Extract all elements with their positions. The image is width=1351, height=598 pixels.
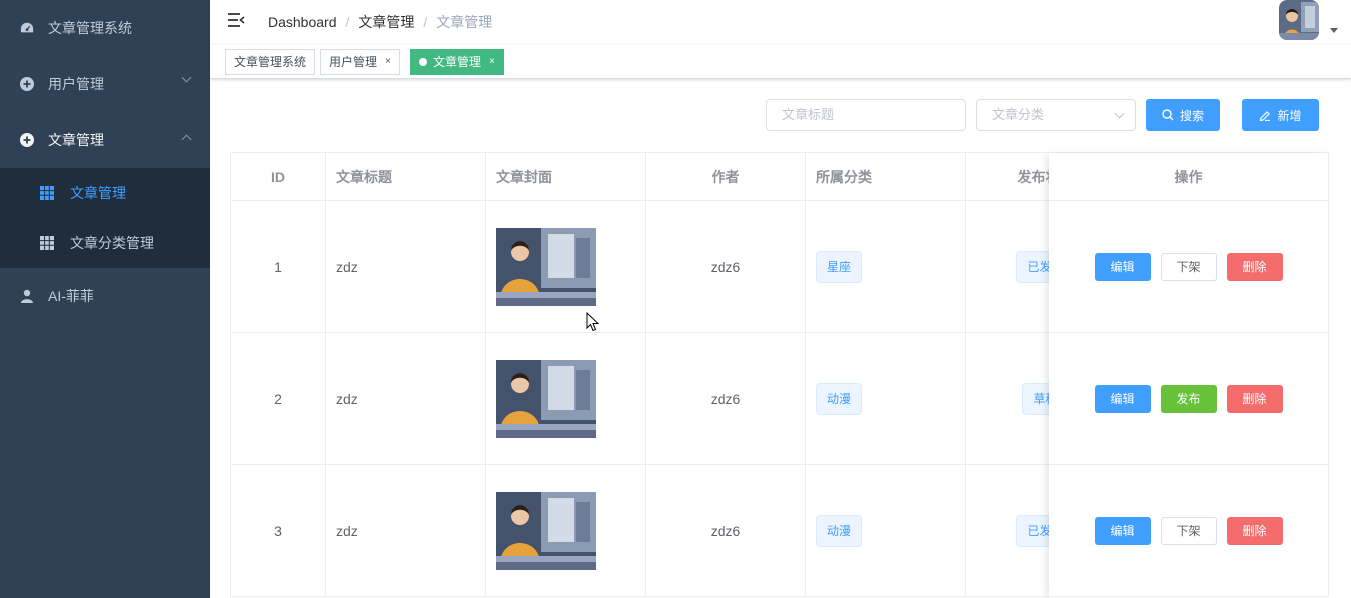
tag-home[interactable]: 文章管理系统 <box>225 49 316 75</box>
search-icon <box>1162 109 1174 121</box>
sidebar-subitem-label: 文章分类管理 <box>70 235 154 251</box>
title-search-placeholder: 文章标题 <box>782 107 835 122</box>
close-icon[interactable]: × <box>385 50 391 74</box>
table-cell-author: zdz6 <box>646 465 806 597</box>
table-header-cover: 文章封面 <box>486 153 646 201</box>
table-fixed-right-column: 操作 编辑 下架 删除 编辑 发布 删除 编辑 下架 删除 <box>1049 153 1329 598</box>
close-icon[interactable]: × <box>489 50 495 74</box>
category-tag: 动漫 <box>816 514 863 547</box>
edit-icon <box>1260 111 1271 121</box>
sidebar-item-user-management[interactable]: 用户管理 <box>0 56 210 112</box>
table-header-title: 文章标题 <box>326 153 486 201</box>
table-cell-cover <box>486 333 646 465</box>
table-cell-author: zdz6 <box>646 201 806 333</box>
tag-user-management[interactable]: 用户管理 × <box>320 49 400 75</box>
table-header-author: 作者 <box>646 153 806 201</box>
caret-down-icon[interactable] <box>1330 28 1338 33</box>
sidebar-logo-title: 文章管理系统 <box>48 20 132 36</box>
article-cover-image <box>496 227 596 306</box>
chevron-down-icon <box>181 72 192 83</box>
table-header-actions: 操作 <box>1049 153 1329 201</box>
table-cell-cover <box>486 201 646 333</box>
breadcrumb-dashboard[interactable]: Dashboard <box>268 14 337 30</box>
edit-button[interactable]: 编辑 <box>1094 516 1151 545</box>
edit-button[interactable]: 编辑 <box>1094 252 1151 281</box>
sidebar-item-ai[interactable]: AI-菲菲 <box>0 268 210 324</box>
category-tag: 星座 <box>816 250 863 283</box>
mouse-cursor-icon <box>586 311 600 335</box>
table-cell-title: zdz <box>326 201 486 333</box>
edit-button[interactable]: 编辑 <box>1094 384 1151 413</box>
dashboard-icon <box>20 21 34 35</box>
delete-button[interactable]: 删除 <box>1226 252 1283 281</box>
table-cell-author: zdz6 <box>646 333 806 465</box>
title-search-input[interactable]: 文章标题 <box>766 99 966 131</box>
table-cell-title: zdz <box>326 333 486 465</box>
grid-icon <box>40 186 54 200</box>
category-tag: 动漫 <box>816 382 863 415</box>
add-button[interactable]: 新增 <box>1242 99 1319 131</box>
sidebar-subitem-categories[interactable]: 文章分类管理 <box>0 218 210 268</box>
breadcrumb-separator: / <box>345 14 350 30</box>
avatar[interactable] <box>1279 0 1319 40</box>
sidebar-item-article-management[interactable]: 文章管理 <box>0 112 210 168</box>
delete-button[interactable]: 删除 <box>1226 384 1283 413</box>
sidebar-item-dashboard[interactable]: 文章管理系统 <box>0 0 210 56</box>
tag-article-management[interactable]: 文章管理 × <box>410 49 504 75</box>
sidebar-subitem-label: 文章管理 <box>70 185 126 201</box>
publish-button[interactable]: 发布 <box>1160 384 1217 413</box>
hamburger-icon[interactable] <box>227 12 245 28</box>
table-cell-actions: 编辑 发布 删除 <box>1049 333 1329 465</box>
article-cover-image <box>496 359 596 438</box>
table-cell-category: 星座 <box>806 201 966 333</box>
table-cell-id: 3 <box>231 465 326 597</box>
table-cell-actions: 编辑 下架 删除 <box>1049 201 1329 333</box>
unpublish-button[interactable]: 下架 <box>1160 252 1217 281</box>
user-icon <box>20 289 34 303</box>
plus-circle-icon <box>20 133 34 147</box>
tag-label: 文章管理系统 <box>234 55 307 69</box>
article-cover-image <box>496 491 596 570</box>
search-button[interactable]: 搜索 <box>1146 99 1220 131</box>
table-cell-actions: 编辑 下架 删除 <box>1049 465 1329 597</box>
table-cell-title: zdz <box>326 465 486 597</box>
table-cell-id: 1 <box>231 201 326 333</box>
category-select-placeholder: 文章分类 <box>992 107 1045 122</box>
breadcrumb: Dashboard / 文章管理 / 文章管理 <box>268 12 492 32</box>
breadcrumb-article-management[interactable]: 文章管理 <box>358 12 414 32</box>
sidebar-submenu: 文章管理 文章分类管理 <box>0 168 210 268</box>
delete-button[interactable]: 删除 <box>1226 516 1283 545</box>
tag-label: 文章管理 <box>433 55 482 69</box>
sidebar-item-label: 用户管理 <box>48 76 104 92</box>
table-cell-cover <box>486 465 646 597</box>
unpublish-button[interactable]: 下架 <box>1160 516 1217 545</box>
table-cell-category: 动漫 <box>806 333 966 465</box>
app-root: 文章管理系统 用户管理 文章管理 文章管理 文章分类管理 AI-菲菲 Dashb… <box>0 0 1351 598</box>
sidebar-item-label: AI-菲菲 <box>48 288 94 304</box>
navbar: Dashboard / 文章管理 / 文章管理 <box>210 0 1351 45</box>
breadcrumb-separator: / <box>423 14 428 30</box>
article-table: ID 文章标题 文章封面 作者 所属分类 发布状态 1 zdz zdz6 星座 … <box>230 152 1329 598</box>
table-cell-id: 2 <box>231 333 326 465</box>
add-button-label: 新增 <box>1277 108 1302 123</box>
sidebar-subitem-articles[interactable]: 文章管理 <box>0 168 210 218</box>
tag-label: 用户管理 <box>329 55 378 69</box>
active-dot-icon <box>419 58 427 66</box>
sidebar: 文章管理系统 用户管理 文章管理 文章管理 文章分类管理 AI-菲菲 <box>0 0 210 598</box>
chevron-down-icon <box>1114 108 1125 119</box>
sidebar-item-label: 文章管理 <box>48 132 104 148</box>
search-button-label: 搜索 <box>1179 108 1204 123</box>
tags-view: 文章管理系统 用户管理 × 文章管理 × <box>210 45 1351 79</box>
table-header-category: 所属分类 <box>806 153 966 201</box>
plus-circle-icon <box>20 77 34 91</box>
category-select[interactable]: 文章分类 <box>976 99 1136 131</box>
grid-icon <box>40 236 54 250</box>
breadcrumb-current: 文章管理 <box>436 14 493 30</box>
chevron-up-icon <box>181 134 192 145</box>
table-cell-category: 动漫 <box>806 465 966 597</box>
table-header-id: ID <box>231 153 326 201</box>
